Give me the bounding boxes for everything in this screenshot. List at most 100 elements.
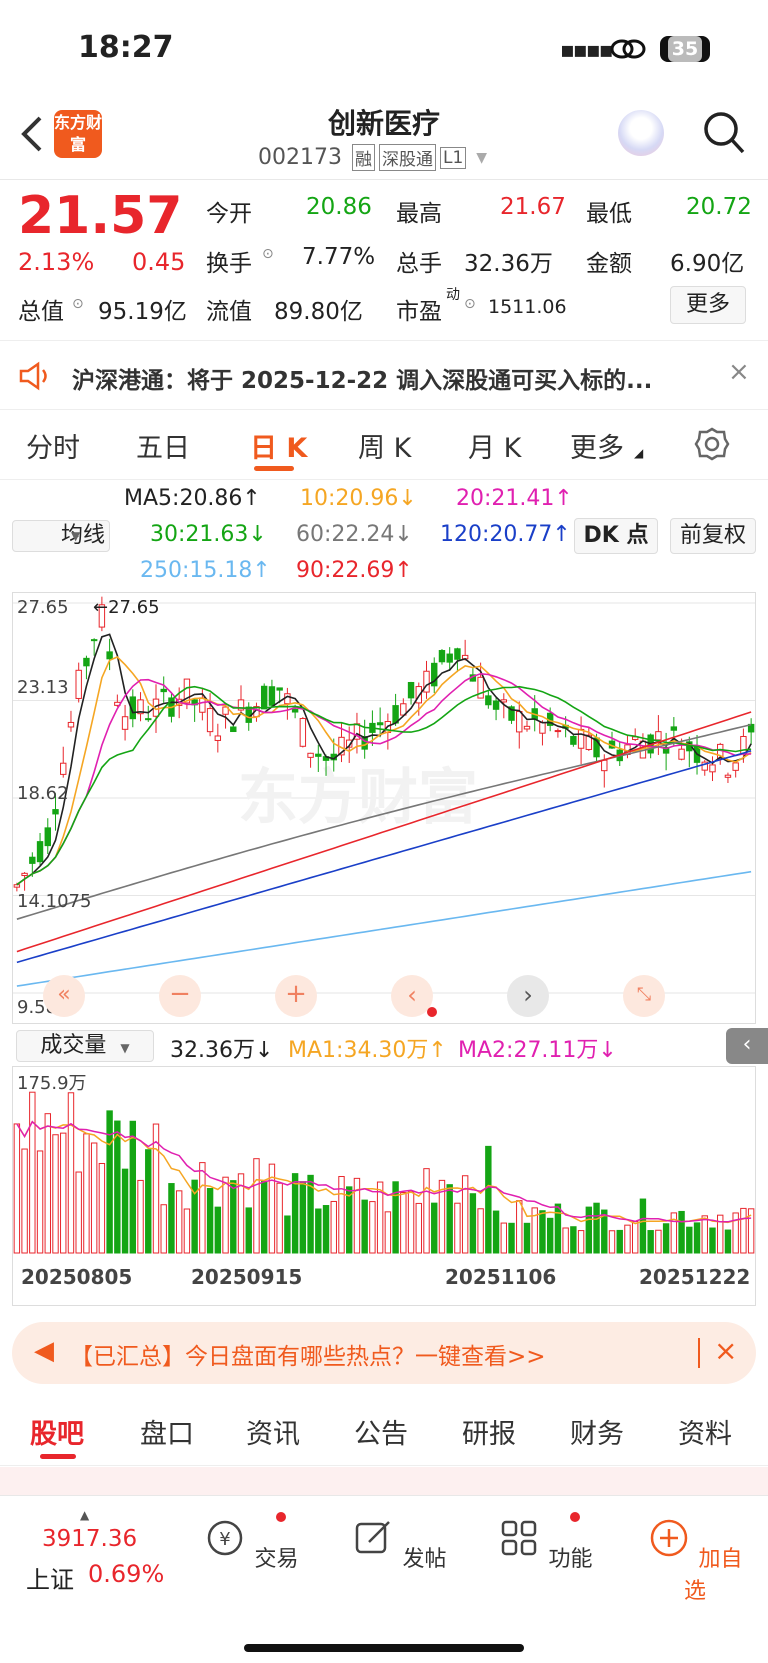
- pe-value: 1511.06: [488, 296, 567, 318]
- volume-bar: [562, 1227, 569, 1254]
- volume-legend: 成交量 ▼ 32.36万↓ MA1:34.30万↑ MA2:27.11万↓ ‹: [0, 1026, 768, 1066]
- tab-orderbook[interactable]: 盘口: [140, 1412, 194, 1451]
- nav-functions[interactable]: 功能: [490, 1516, 600, 1573]
- volume-bar: [21, 1148, 28, 1254]
- tab-research[interactable]: 研报: [462, 1412, 516, 1451]
- volume-bar: [554, 1203, 562, 1254]
- active-tab-indicator: [40, 1454, 76, 1459]
- volume-bar: [29, 1091, 36, 1254]
- y-axis-top: 27.65: [17, 597, 69, 618]
- ma-select[interactable]: 均线 ▼: [12, 520, 110, 552]
- volume-bar: [245, 1207, 252, 1254]
- volume-bar: [291, 1173, 299, 1254]
- nav-add-watchlist[interactable]: 加自选: [640, 1516, 750, 1605]
- volume-svg: [13, 1091, 755, 1254]
- promo-banner[interactable]: ◀ 【已汇总】今日盘面有哪些热点？一键查看>> ×: [12, 1322, 756, 1384]
- megaphone-icon: ◀: [34, 1336, 54, 1366]
- volume-bar: [608, 1230, 616, 1254]
- candle-body: [67, 721, 75, 728]
- info-icon[interactable]: ⊙: [464, 296, 476, 312]
- tab-forum[interactable]: 股吧: [30, 1412, 84, 1451]
- adjust-button[interactable]: 前复权: [670, 518, 756, 554]
- rewind-icon[interactable]: «: [43, 975, 85, 1017]
- ma90-line: [16, 711, 752, 953]
- ma5-line: [16, 633, 752, 886]
- candle-body: [106, 651, 113, 660]
- volume-value: 32.36万↓: [170, 1038, 274, 1063]
- edit-icon: [356, 1521, 391, 1554]
- volume-bar: [686, 1226, 693, 1254]
- zoom-in-icon[interactable]: +: [275, 975, 317, 1017]
- candle-body: [732, 762, 739, 771]
- volume-bar: [67, 1092, 75, 1254]
- volume-bar: [469, 1193, 477, 1254]
- stock-code-row: 002173 融 深股通 L1 ▼: [258, 144, 487, 171]
- settings-gear-icon[interactable]: [694, 426, 730, 462]
- pe-superscript: 动: [446, 287, 460, 303]
- volume-bar: [75, 1171, 82, 1254]
- volume-bar: [129, 1120, 137, 1254]
- candle-body: [307, 752, 314, 758]
- mktcap-label: 总值: [18, 299, 64, 325]
- candle-body: [83, 657, 90, 667]
- search-icon[interactable]: [702, 110, 746, 156]
- high-value: 21.67: [500, 194, 566, 220]
- volume-bar: [90, 1142, 98, 1254]
- tab-financials[interactable]: 财务: [570, 1412, 624, 1451]
- x-label-3: 20251106: [445, 1265, 557, 1289]
- tab-profile[interactable]: 资料: [678, 1412, 732, 1451]
- candle-body: [554, 730, 562, 733]
- volume-bar: [52, 1134, 59, 1254]
- zoom-out-icon[interactable]: −: [159, 975, 201, 1017]
- collapse-icon[interactable]: ‹: [726, 1028, 768, 1064]
- close-icon[interactable]: ×: [728, 357, 750, 387]
- watermark: 东方财富: [238, 763, 478, 833]
- nav-post[interactable]: 发帖: [344, 1516, 454, 1573]
- volume-bar: [260, 1181, 268, 1254]
- candle-body: [670, 726, 678, 731]
- volume-bar: [454, 1202, 461, 1254]
- tab-daily-k[interactable]: 日 K: [250, 426, 307, 465]
- dropdown-icon[interactable]: ▼: [476, 150, 487, 166]
- tab-five-day[interactable]: 五日: [136, 426, 190, 465]
- assistant-avatar-icon[interactable]: [618, 110, 664, 156]
- volume-select[interactable]: 成交量 ▼: [16, 1030, 154, 1062]
- candle-body: [500, 699, 508, 703]
- info-icon[interactable]: ⊙: [262, 246, 274, 262]
- volume-bar: [485, 1145, 492, 1254]
- ma250-line: [16, 870, 752, 987]
- tab-intraday[interactable]: 分时: [26, 426, 80, 465]
- tab-weekly-k[interactable]: 周 K: [358, 426, 411, 465]
- battery-icon: 35: [660, 36, 710, 62]
- more-button[interactable]: 更多: [670, 286, 746, 324]
- volume-bar: [662, 1223, 670, 1254]
- tab-announcements[interactable]: 公告: [354, 1412, 408, 1451]
- dk-point-button[interactable]: DK 点: [574, 518, 658, 554]
- volume-bar: [678, 1210, 685, 1254]
- grid-icon: [502, 1520, 537, 1556]
- tab-more[interactable]: 更多: [570, 426, 624, 465]
- info-icon[interactable]: ⊙: [72, 296, 84, 312]
- ma250-label: 250:15.18↑: [140, 558, 271, 583]
- float-label: 流值: [206, 299, 252, 325]
- ma10-label: 10:20.96↓: [300, 486, 417, 511]
- candle-body: [260, 685, 268, 710]
- tab-news[interactable]: 资讯: [246, 1412, 300, 1451]
- fullscreen-icon[interactable]: ⤡: [623, 975, 665, 1017]
- candle-body: [121, 716, 129, 730]
- index-name: 上证: [26, 1566, 74, 1594]
- add-circle-icon: [651, 1519, 688, 1557]
- nav-trade[interactable]: ¥ 交易: [196, 1516, 306, 1573]
- volume-bar: [44, 1113, 51, 1254]
- candle-body: [477, 676, 484, 699]
- close-icon[interactable]: ×: [714, 1334, 737, 1367]
- notice-bar[interactable]: 沪深港通：将于 2025-12-22 调入深股通可买入标的... ×: [0, 340, 768, 410]
- tab-monthly-k[interactable]: 月 K: [468, 426, 521, 465]
- bottom-nav: ▲ 3917.36 上证 0.69% ¥ 交易 发帖 功能 加自选: [0, 1495, 768, 1663]
- kline-svg: 东方财富: [13, 596, 755, 994]
- candle-body: [284, 693, 291, 705]
- amount-value: 6.90亿: [670, 251, 745, 277]
- volume-bar: [384, 1211, 392, 1254]
- kline-chart[interactable]: 东方财富 27.65 ←27.65 23.13 18.62 14.1075 9.…: [12, 592, 756, 1024]
- next-icon[interactable]: ›: [507, 975, 549, 1017]
